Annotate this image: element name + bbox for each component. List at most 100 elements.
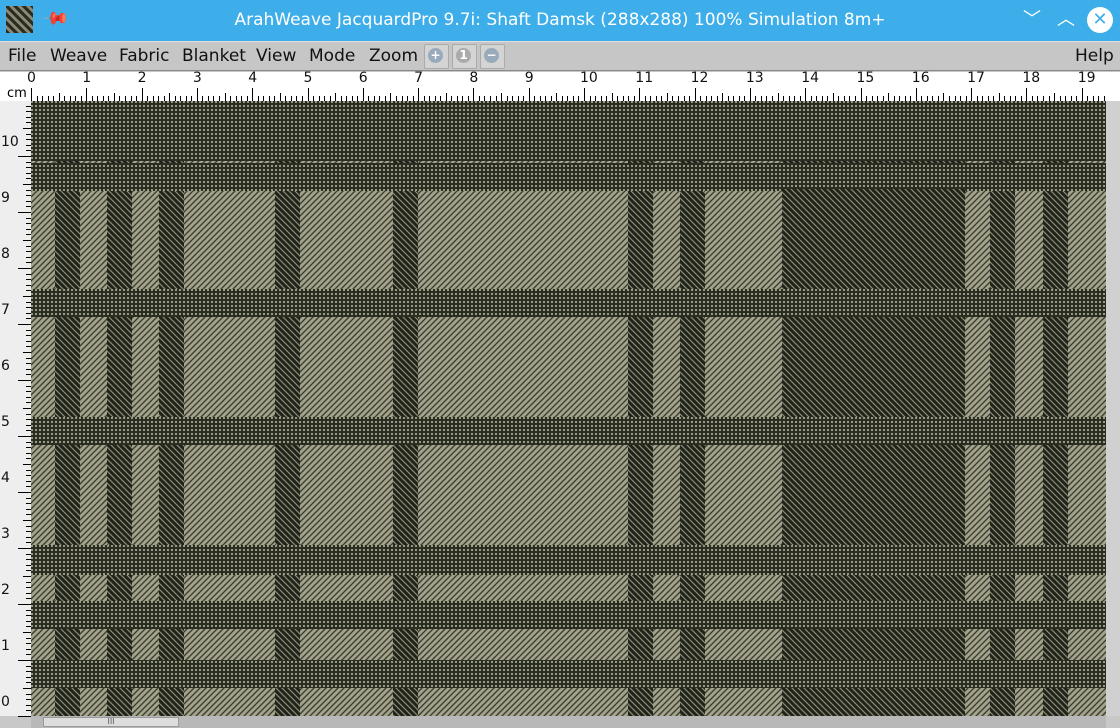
ruler-tick [943,93,945,101]
ruler-tick [252,88,254,101]
ruler-tick [18,324,31,325]
ruler-label: 1 [82,70,92,86]
menu-file[interactable]: File [8,46,36,66]
fabric-stripe [31,101,1106,161]
menu-help[interactable]: Help [1075,46,1114,66]
ruler-tick [445,93,447,101]
ruler-tick [335,93,337,101]
ruler-tick [777,93,779,101]
fabric-stripe [31,601,1106,629]
ruler-label: 19 [1077,70,1096,86]
zoom-in-button[interactable]: + [424,44,449,69]
ruler-tick [1081,88,1083,101]
ruler-label: 9 [1,190,10,206]
ruler-tick [18,268,31,269]
horizontal-ruler: 0 1 2 3 4 5 6 7 8 9 10 11 12 13 14 15 16 17 18 19 [0,70,1120,101]
minimize-icon[interactable]: ﹀ [1019,7,1045,33]
ruler-tick [18,380,31,381]
scrollbar-thumb[interactable]: III [43,717,179,727]
ruler-tick [113,93,115,101]
ruler-tick [611,93,613,101]
ruler-tick [832,93,834,101]
menu-blanket[interactable]: Blanket [182,46,246,66]
ruler-tick [18,716,31,717]
menu-weave[interactable]: Weave [50,46,107,66]
ruler-label: 0 [1,694,10,710]
ruler-label: 17 [967,70,985,86]
ruler-tick [23,240,31,241]
ruler-tick [31,88,32,101]
ruler-tick [18,492,31,493]
fabric-stripe [31,417,1106,445]
ruler-tick [23,408,31,409]
fabric-stripe [31,660,1106,688]
zoom-in-icon: + [428,48,443,63]
ruler-tick [639,88,641,101]
title-bar: 📌 ArahWeave JacquardPro 9.7i: Shaft Dams… [0,0,1120,41]
maximize-icon[interactable]: ︿ [1053,7,1079,33]
vertical-scrollbar[interactable] [1106,101,1120,716]
ruler-tick [418,88,420,101]
ruler-tick [805,88,807,101]
ruler-tick [279,93,281,101]
ruler-label: 14 [801,70,820,86]
ruler-label: 2 [137,70,147,86]
ruler-tick [58,93,60,101]
ruler-tick [971,88,973,101]
ruler-label: 8 [469,70,479,86]
fabric-stripe [782,447,965,545]
fabric-stripe [782,189,965,287]
ruler-tick [1054,93,1056,101]
zoom-out-icon: − [484,48,499,63]
ruler-tick [86,88,88,101]
ruler-tick [23,688,31,689]
ruler-label: 6 [358,70,368,86]
ruler-tick [18,604,31,605]
ruler-label: 9 [524,70,534,86]
ruler-label: 15 [856,70,875,86]
menu-view[interactable]: View [256,46,296,66]
fabric-stripe [31,163,1106,191]
ruler-tick [224,93,226,101]
ruler-label: 3 [1,526,10,542]
ruler-tick [307,88,309,101]
menu-fabric[interactable]: Fabric [119,46,170,66]
ruler-tick [18,548,31,549]
ruler-tick [18,660,31,661]
ruler-tick [23,128,31,129]
ruler-tick [141,88,143,101]
close-icon[interactable]: ✕ [1087,7,1113,33]
ruler-tick [915,88,917,101]
menu-mode[interactable]: Mode [309,46,355,66]
ruler-tick [528,88,530,101]
ruler-label: 12 [690,70,709,86]
ruler-label: 3 [192,70,202,86]
ruler-label: 4 [248,70,258,86]
window-title: ArahWeave JacquardPro 9.7i: Shaft Damsk … [234,10,886,30]
zoom-out-button[interactable]: − [480,44,505,69]
horizontal-scrollbar[interactable]: III [31,716,1106,728]
fabric-simulation[interactable] [31,101,1106,716]
zoom-reset-button[interactable]: 1 [452,44,477,69]
fabric-stripe [31,289,1106,317]
ruler-tick [196,88,198,101]
ruler-tick [23,296,31,297]
ruler-label: 0 [27,70,36,86]
ruler-label: 18 [1022,70,1041,86]
menu-zoom[interactable]: Zoom [369,46,418,66]
ruler-label: 7 [414,70,424,86]
ruler-label: 5 [303,70,313,86]
ruler-tick [23,464,31,465]
vertical-ruler: 0 1 2 3 4 5 6 7 8 9 10 [0,101,31,717]
ruler-tick [23,184,31,185]
zoom-reset-icon: 1 [456,48,471,63]
ruler-tick [23,520,31,521]
ruler-tick [556,93,558,101]
ruler-label: 10 [1,134,19,150]
ruler-label: 1 [1,638,10,654]
ruler-tick [362,88,364,101]
ruler-tick [584,88,585,101]
ruler-tick [501,93,503,101]
ruler-tick [18,156,31,157]
menu-bar: File Weave Fabric Blanket View Mode Zoom… [0,41,1120,71]
